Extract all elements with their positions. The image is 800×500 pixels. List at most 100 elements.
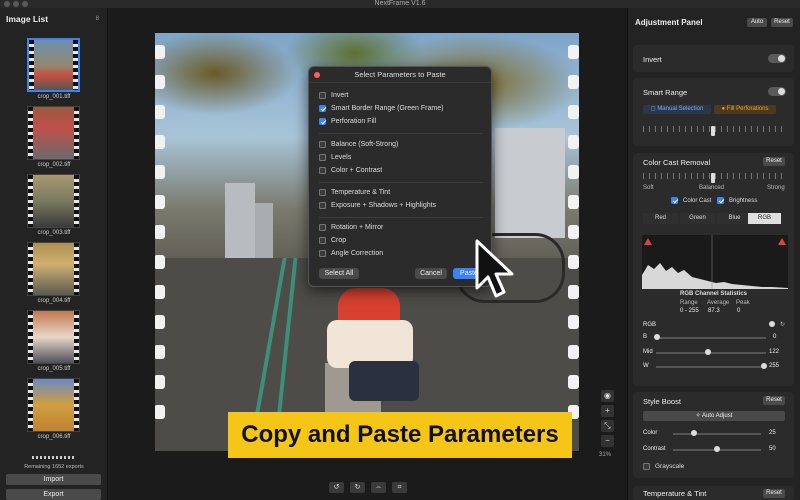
checkbox[interactable] — [671, 197, 678, 204]
checkbox[interactable] — [319, 92, 326, 99]
brightness-check[interactable]: Brightness — [717, 197, 757, 204]
style-boost-reset-button[interactable]: Reset — [763, 396, 785, 405]
smart-range-toggle[interactable] — [768, 87, 786, 96]
checkbox[interactable] — [319, 105, 326, 112]
option-label: Angle Correction — [331, 250, 384, 257]
checkbox[interactable] — [319, 224, 326, 231]
strong-label: Strong — [767, 185, 785, 191]
thumbnail-1[interactable] — [27, 38, 80, 92]
auto-button[interactable]: Auto — [747, 18, 767, 27]
invert-label: Invert — [643, 55, 662, 64]
manual-selection-label: Manual Selection — [657, 106, 704, 112]
fill-perforations-label: Fill Perforations — [726, 106, 769, 112]
option-invert[interactable]: Invert — [319, 92, 349, 99]
option-balance[interactable]: Balance (Soft-Strong) — [319, 141, 398, 148]
auto-adjust-button[interactable]: ✧ Auto Adjust — [643, 411, 785, 421]
soft-label: Soft — [643, 185, 654, 191]
option-color-contrast[interactable]: Color + Contrast — [319, 167, 382, 174]
cancel-button[interactable]: Cancel — [415, 268, 447, 279]
smart-range-title: Smart Range — [643, 88, 688, 97]
checkbox[interactable] — [319, 237, 326, 244]
scroll-indicator — [32, 456, 76, 459]
refresh-icon[interactable]: ↻ — [780, 321, 785, 328]
option-levels[interactable]: Levels — [319, 154, 351, 161]
checkbox[interactable] — [319, 118, 326, 125]
checkbox[interactable] — [319, 189, 326, 196]
thumbnail-label: crop_005.tiff — [37, 366, 71, 372]
option-label: Invert — [331, 92, 349, 99]
checkbox[interactable] — [319, 167, 326, 174]
brightness-check-label: Brightness — [729, 197, 758, 204]
b-slider-track[interactable] — [656, 337, 766, 339]
fill-perforations-button[interactable]: ● Fill Perforations — [714, 105, 776, 114]
checkbox[interactable] — [319, 141, 326, 148]
grayscale-check[interactable]: Grayscale — [643, 463, 684, 470]
thumbnail-6[interactable] — [27, 378, 80, 432]
option-smart-border[interactable]: Smart Border Range (Green Frame) — [319, 105, 443, 112]
transform-toolbar: ↺ ↻ ⇔ ⌗ — [329, 482, 407, 493]
zoom-in-icon[interactable]: + — [601, 405, 614, 417]
option-label: Color + Contrast — [331, 167, 383, 174]
b-slider-knob[interactable] — [654, 334, 660, 340]
thumbnail-4[interactable] — [27, 242, 80, 296]
channel-green-tab[interactable]: Green — [680, 213, 715, 224]
w-value: 255 — [769, 363, 780, 369]
option-angle-correction[interactable]: Angle Correction — [319, 250, 383, 257]
image-list-header: Image List 8 — [0, 8, 107, 30]
range-slider-knob[interactable] — [711, 126, 715, 136]
select-all-button[interactable]: Select All — [319, 268, 359, 279]
auto-adjust-label: Auto Adjust — [702, 413, 733, 419]
mid-slider-knob[interactable] — [705, 349, 711, 355]
option-label: Temperature & Tint — [331, 189, 391, 196]
shadow-clip-warning-icon — [644, 238, 652, 245]
color-cast-reset-button[interactable]: Reset — [763, 157, 785, 166]
invert-toggle[interactable] — [768, 54, 786, 63]
channel-blue-tab[interactable]: Blue — [717, 213, 752, 224]
rotate-left-icon[interactable]: ↺ — [329, 482, 344, 493]
dialog-title: Select Parameters to Paste — [354, 70, 446, 79]
thumbnail-label: crop_001.tiff — [37, 94, 71, 100]
color-cast-check[interactable]: Color Cast — [671, 197, 711, 204]
checkbox[interactable] — [319, 250, 326, 257]
eye-icon[interactable]: ◉ — [601, 390, 614, 402]
reset-all-button[interactable]: Reset — [771, 18, 793, 27]
option-crop[interactable]: Crop — [319, 237, 346, 244]
checkbox[interactable] — [643, 463, 650, 470]
range-stat-value: 0 - 255 — [680, 308, 699, 314]
color-slider-track[interactable] — [673, 433, 761, 435]
export-button[interactable]: Export — [6, 489, 101, 500]
option-exposure[interactable]: Exposure + Shadows + Highlights — [319, 202, 436, 209]
thumbnail-2[interactable] — [27, 106, 80, 160]
thumbnail-label: crop_002.tiff — [37, 162, 71, 168]
mid-slider-track[interactable] — [656, 352, 766, 354]
contrast-slider-knob[interactable] — [714, 446, 720, 452]
checkbox[interactable] — [319, 154, 326, 161]
balance-slider-knob[interactable] — [711, 173, 715, 183]
option-perforation-fill[interactable]: Perforation Fill — [319, 118, 376, 125]
fit-screen-icon[interactable]: ⤡ — [601, 420, 614, 432]
w-slider-knob[interactable] — [761, 363, 767, 369]
smart-range-card: Smart Range ◻ Manual Selection ● Fill Pe… — [633, 78, 794, 146]
thumbnail-3[interactable] — [27, 174, 80, 228]
crop-icon[interactable]: ⌗ — [392, 482, 407, 493]
channel-rgb-tab[interactable]: RGB — [748, 213, 781, 224]
manual-selection-button[interactable]: ◻ Manual Selection — [643, 105, 711, 114]
flip-horizontal-icon[interactable]: ⇔ — [371, 482, 386, 493]
option-rotation-mirror[interactable]: Rotation + Mirror — [319, 224, 383, 231]
import-button[interactable]: Import — [6, 474, 101, 485]
adjustment-panel-title: Adjustment Panel — [635, 18, 703, 27]
w-slider-track[interactable] — [656, 366, 766, 368]
thumbnail-5[interactable] — [27, 310, 80, 364]
zoom-out-icon[interactable]: − — [601, 435, 614, 447]
rgb-slider-knob[interactable] — [769, 321, 775, 327]
image-count: 8 — [95, 16, 99, 22]
option-temperature-tint[interactable]: Temperature & Tint — [319, 189, 390, 196]
rotate-right-icon[interactable]: ↻ — [350, 482, 365, 493]
checkbox[interactable] — [717, 197, 724, 204]
channel-red-tab[interactable]: Red — [643, 213, 678, 224]
color-slider-knob[interactable] — [691, 430, 697, 436]
stats-title: RGB Channel Statistics — [680, 291, 748, 297]
dialog-close-button[interactable] — [314, 72, 320, 78]
checkbox[interactable] — [319, 202, 326, 209]
temperature-tint-reset-button[interactable]: Reset — [763, 489, 785, 498]
